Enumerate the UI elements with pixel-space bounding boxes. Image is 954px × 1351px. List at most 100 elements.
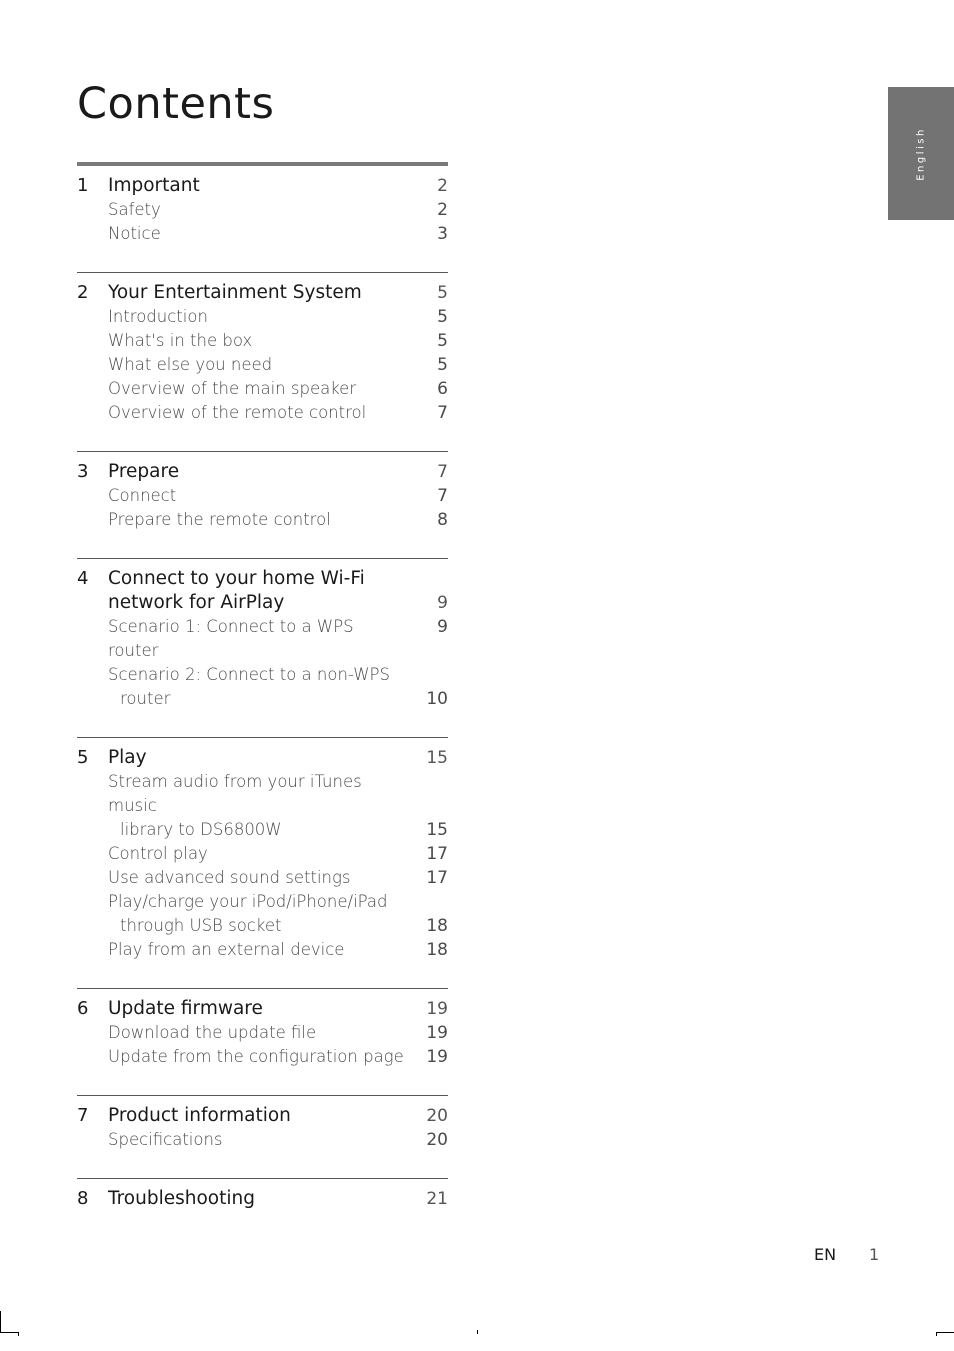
section-number: 8: [77, 1188, 89, 1209]
toc-entry[interactable]: Update from the configuration page 19: [77, 1045, 448, 1069]
toc-entry[interactable]: Introduction 5: [77, 305, 448, 329]
crop-mark-left-tick: [18, 1332, 19, 1336]
toc-heading[interactable]: 5 Play 15: [77, 746, 448, 770]
language-tab: English: [888, 87, 954, 220]
toc-entry[interactable]: Notice 3: [77, 222, 448, 246]
page-number: 17: [426, 868, 448, 888]
toc-entry[interactable]: Play/charge your iPod/iPhone/iPad: [77, 890, 448, 914]
toc-entry-continued[interactable]: library to DS6800W 15: [77, 818, 448, 842]
toc-entry[interactable]: Connect 7: [77, 484, 448, 508]
section-number: 4: [77, 568, 89, 589]
crop-mark-right-tick: [936, 1332, 937, 1336]
toc-entry[interactable]: Prepare the remote control 8: [77, 508, 448, 532]
crop-mark-left-horizontal: [0, 1332, 19, 1333]
toc-heading[interactable]: 3 Prepare 7: [77, 460, 448, 484]
toc-entry-continued[interactable]: through USB socket 18: [77, 914, 448, 938]
toc-section-8: 8 Troubleshooting 21: [77, 1178, 448, 1211]
toc-entry-continued[interactable]: router 10: [77, 687, 448, 711]
entry-label: Important: [108, 175, 200, 196]
page-number: 5: [437, 283, 448, 303]
page-number: 3: [437, 224, 448, 244]
entry-label: Connect: [108, 486, 177, 505]
toc-entry[interactable]: Stream audio from your iTunes music: [77, 770, 448, 818]
entry-label: Update from the configuration page: [108, 1047, 404, 1066]
page-number: 18: [426, 940, 448, 960]
toc-heading[interactable]: 1 Important 2: [77, 174, 448, 198]
entry-label: Stream audio from your iTunes music: [108, 772, 362, 815]
toc-entry[interactable]: Overview of the main speaker 6: [77, 377, 448, 401]
page-number: 10: [426, 689, 448, 709]
entry-label: Update firmware: [108, 998, 263, 1019]
page-number: 15: [426, 748, 448, 768]
page-number: 15: [426, 820, 448, 840]
page-number: 2: [437, 200, 448, 220]
toc-heading[interactable]: 7 Product information 20: [77, 1104, 448, 1128]
crop-mark-right-horizontal: [936, 1332, 954, 1333]
entry-label: What's in the box: [108, 331, 253, 350]
page-number: 17: [426, 844, 448, 864]
toc-heading[interactable]: 8 Troubleshooting 21: [77, 1187, 448, 1211]
toc-entry[interactable]: Play from an external device 18: [77, 938, 448, 962]
page-number: 9: [437, 593, 448, 613]
page-title: Contents: [77, 79, 275, 129]
entry-label: Download the update file: [108, 1023, 317, 1042]
entry-label: Specifications: [108, 1130, 223, 1149]
toc-entry[interactable]: What's in the box 5: [77, 329, 448, 353]
entry-label: Scenario 2: Connect to a non-WPS: [108, 665, 390, 684]
entry-label: What else you need: [108, 355, 273, 374]
entry-label: Control play: [108, 844, 208, 863]
toc-entry[interactable]: Specifications 20: [77, 1128, 448, 1152]
entry-label: Scenario 1: Connect to a WPS router: [108, 617, 354, 660]
page-number: 19: [426, 999, 448, 1019]
toc-heading[interactable]: 6 Update firmware 19: [77, 997, 448, 1021]
entry-label: Overview of the main speaker: [108, 379, 357, 398]
entry-label: Connect to your home Wi-Fi: [108, 568, 365, 589]
page-number: 19: [426, 1047, 448, 1067]
page-number: 7: [437, 403, 448, 423]
entry-label: library to DS6800W: [120, 820, 282, 839]
section-number: 2: [77, 282, 89, 303]
toc-section-5: 5 Play 15 Stream audio from your iTunes mus…: [77, 737, 448, 988]
toc-heading[interactable]: 2 Your Entertainment System 5: [77, 281, 448, 305]
toc-entry[interactable]: Use advanced sound settings 17: [77, 866, 448, 890]
toc-entry[interactable]: Control play 17: [77, 842, 448, 866]
entry-label: router: [120, 689, 171, 708]
crop-mark-left-vertical: [0, 1311, 1, 1333]
page-number: 20: [426, 1106, 448, 1126]
entry-label: Play/charge your iPod/iPhone/iPad: [108, 892, 388, 911]
page-number: 21: [426, 1189, 448, 1209]
toc-entry[interactable]: Safety 2: [77, 198, 448, 222]
page-number: 19: [426, 1023, 448, 1043]
toc-body: 1 Important 2 Safety 2 Notice 3 2 Your Entertain…: [77, 166, 448, 1211]
toc-entry[interactable]: Scenario 2: Connect to a non-WPS: [77, 663, 448, 687]
section-number: 7: [77, 1105, 89, 1126]
toc-heading[interactable]: 4 Connect to your home Wi-Fi: [77, 567, 448, 591]
entry-label: Introduction: [108, 307, 208, 326]
section-number: 1: [77, 175, 89, 196]
toc-entry[interactable]: Scenario 1: Connect to a WPS router 9: [77, 615, 448, 663]
entry-label: Safety: [108, 200, 161, 219]
page-number: 5: [437, 307, 448, 327]
toc-entry[interactable]: Download the update file 19: [77, 1021, 448, 1045]
entry-label: Play from an external device: [108, 940, 345, 959]
entry-label: Your Entertainment System: [108, 282, 362, 303]
page-number: 5: [437, 331, 448, 351]
entry-label: through USB socket: [120, 916, 282, 935]
crop-mark-center: [477, 1330, 478, 1334]
section-number: 6: [77, 998, 89, 1019]
toc-section-1: 1 Important 2 Safety 2 Notice 3: [77, 166, 448, 272]
section-number: 5: [77, 747, 89, 768]
toc-section-6: 6 Update firmware 19 Download the update fi…: [77, 988, 448, 1095]
page-number: 7: [437, 462, 448, 482]
toc-section-4: 4 Connect to your home Wi-Fi network for A…: [77, 558, 448, 737]
entry-label: Prepare: [108, 461, 180, 482]
toc-heading-continued[interactable]: network for AirPlay 9: [77, 591, 448, 615]
page-number: 2: [437, 176, 448, 196]
toc-entry[interactable]: What else you need 5: [77, 353, 448, 377]
entry-label: Prepare the remote control: [108, 510, 331, 529]
page-number: 18: [426, 916, 448, 936]
table-of-contents: 1 Important 2 Safety 2 Notice 3 2 Your Entertain…: [77, 162, 448, 1211]
toc-entry[interactable]: Overview of the remote control 7: [77, 401, 448, 425]
toc-section-3: 3 Prepare 7 Connect 7 Prepare the remote cont…: [77, 451, 448, 558]
toc-section-2: 2 Your Entertainment System 5 Introduction 5…: [77, 272, 448, 451]
